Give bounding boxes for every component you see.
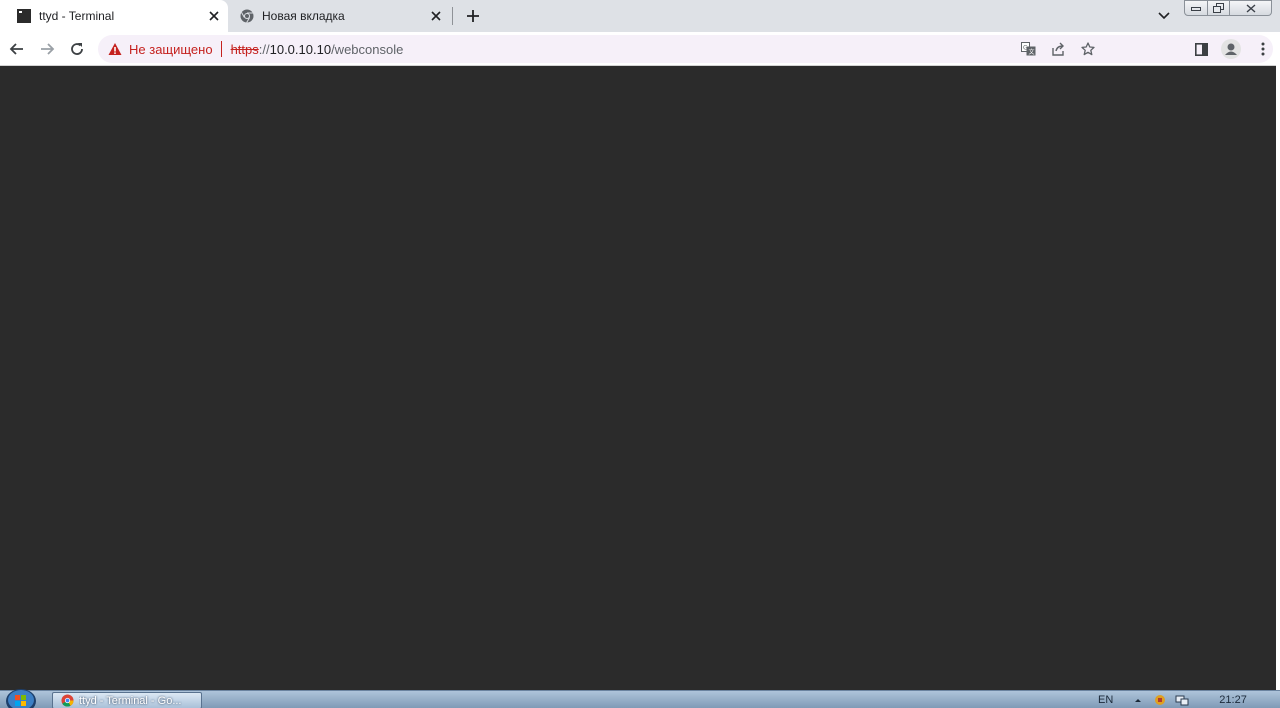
omnibox-actions: G 文 [1013,35,1103,63]
tab-search-button[interactable] [1154,6,1174,26]
tab-ttyd-terminal[interactable]: ttyd - Terminal [0,0,228,32]
plus-icon [467,10,479,22]
warning-icon[interactable] [108,42,122,56]
close-icon [209,11,219,21]
svg-text:G: G [1023,45,1028,52]
tab-close-button[interactable] [206,8,222,24]
minimize-icon [1191,7,1201,11]
tab-title: Новая вкладка [262,9,345,23]
back-button[interactable] [5,37,29,61]
system-tray: EN 21:27 [1090,691,1247,708]
address-bar[interactable]: Не защищено https://10.0.10.10/webconsol… [98,35,1273,63]
url-path: /webconsole [331,41,404,57]
restore-icon [1213,3,1224,13]
new-tab-button[interactable] [462,5,484,27]
clock[interactable]: 21:27 [1219,694,1247,706]
window-controls [1184,0,1272,17]
screen: ttyd - Terminal Новая вкладка Не защищен… [0,0,1280,708]
reload-icon [71,43,83,55]
taskbar-item-label: ttyd - Terminal - Go... [79,694,182,707]
reload-button[interactable] [65,37,89,61]
avatar-icon [1221,39,1241,59]
url-scheme: https [230,41,259,57]
network-icon[interactable] [1175,694,1189,706]
close-icon [1246,3,1255,13]
share-button[interactable] [1043,35,1073,63]
chevron-up-icon[interactable] [1131,694,1145,706]
menu-button[interactable] [1246,35,1280,63]
minimize-button[interactable] [1184,0,1208,16]
language-indicator[interactable]: EN [1098,694,1113,706]
windows-start-icon[interactable] [4,687,38,708]
forward-button[interactable] [35,37,59,61]
translate-button[interactable]: G 文 [1013,35,1043,63]
chevron-down-icon [1158,12,1170,20]
url-separator: :// [258,41,270,57]
terminal-icon [17,9,31,23]
kebab-menu-icon [1261,42,1265,56]
star-icon [1081,42,1095,56]
restore-button[interactable] [1208,0,1230,16]
window-right-edge [1276,32,1280,690]
url-text[interactable]: https://10.0.10.10/webconsole [231,42,404,57]
tab-strip: ttyd - Terminal Новая вкладка [0,0,1280,32]
svg-text:文: 文 [1028,48,1034,56]
tab-title: ttyd - Terminal [39,9,115,23]
profile-button[interactable] [1216,35,1246,63]
terminal-viewport[interactable] [0,66,1276,690]
tab-close-button[interactable] [428,8,444,24]
security-tray-icon[interactable] [1153,694,1167,706]
taskbar: ttyd - Terminal - Go... EN 21:27 [0,687,1280,708]
translate-icon: G 文 [1020,42,1035,56]
security-status-label[interactable]: Не защищено [129,42,213,57]
taskbar-item-chrome[interactable]: ttyd - Terminal - Go... [52,692,202,708]
window-close-button[interactable] [1230,0,1272,16]
url-host: 10.0.10.10 [269,41,332,57]
browser-toolbar: Не защищено https://10.0.10.10/webconsol… [0,32,1280,66]
arrow-left-icon [9,43,23,55]
share-icon [1051,42,1064,56]
toolbar-right-actions [1186,32,1280,66]
chrome-icon [240,9,254,23]
arrow-right-icon [41,43,55,55]
bookmark-button[interactable] [1073,35,1103,63]
close-icon [431,11,441,21]
tab-separator [452,7,453,25]
chrome-icon [61,694,74,707]
tab-new-tab[interactable]: Новая вкладка [228,0,450,32]
side-panel-icon [1194,42,1208,56]
side-panel-button[interactable] [1186,35,1216,63]
omnibox-divider [220,41,222,57]
